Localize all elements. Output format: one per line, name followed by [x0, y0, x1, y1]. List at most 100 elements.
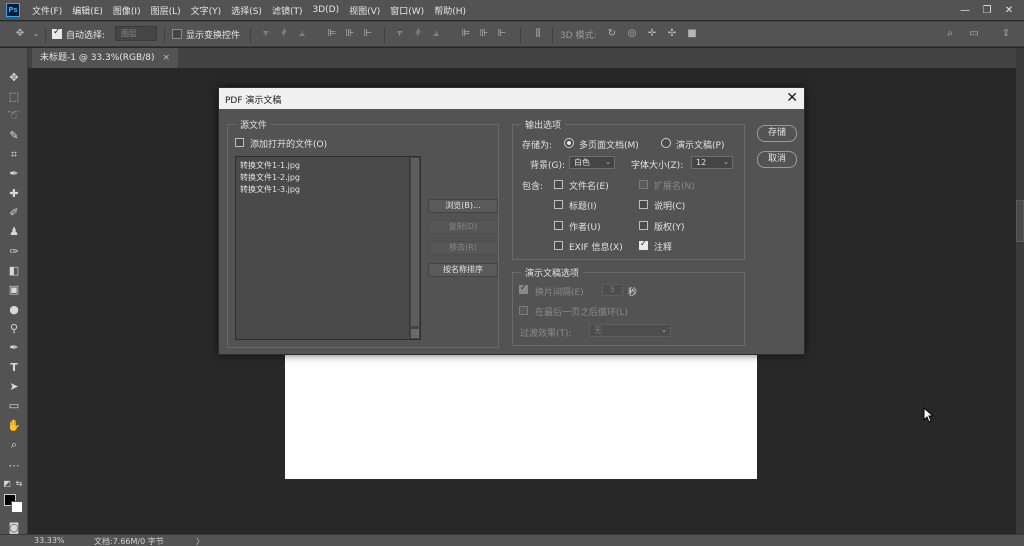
gradient-tool-icon[interactable]: ▣: [6, 282, 22, 298]
swap-colors-icon[interactable]: ⇆: [14, 476, 24, 492]
advance-seconds-input[interactable]: 5: [602, 284, 623, 296]
lasso-tool-icon[interactable]: ➰: [6, 108, 22, 124]
source-file-list[interactable]: 转换文件1-1.jpg 转换文件1-2.jpg 转换文件1-3.jpg: [235, 156, 421, 340]
presentation-radio[interactable]: [661, 138, 671, 148]
browse-button[interactable]: 浏览(B)...: [428, 199, 498, 213]
move-tool-icon[interactable]: ✥: [14, 28, 26, 40]
distribute-top-icon[interactable]: ⫧: [394, 28, 406, 40]
align-bottom-icon[interactable]: ⫨: [296, 28, 308, 40]
marquee-tool-icon[interactable]: ⬚: [6, 89, 22, 105]
menu-layer[interactable]: 图层(L): [151, 4, 181, 17]
document-canvas[interactable]: [285, 341, 757, 479]
auto-select-target-select[interactable]: 图层: [115, 26, 157, 41]
shape-tool-icon[interactable]: ▭: [6, 398, 22, 414]
list-item[interactable]: 转换文件1-2.jpg: [240, 172, 300, 183]
distribute-right-icon[interactable]: ⊩: [496, 28, 508, 40]
loop-checkbox[interactable]: [519, 306, 528, 315]
distribute-hcenter-icon[interactable]: ⊪: [478, 28, 490, 40]
transition-select[interactable]: 无 ⌄: [589, 324, 671, 337]
copyright-checkbox[interactable]: [639, 221, 648, 230]
move-tool-icon[interactable]: ✥: [6, 70, 22, 86]
list-item[interactable]: 转换文件1-1.jpg: [240, 160, 300, 171]
distribute-vcenter-icon[interactable]: ⫩: [412, 28, 424, 40]
align-vcenter-icon[interactable]: ⫩: [278, 28, 290, 40]
search-icon[interactable]: ⌕: [944, 28, 956, 40]
3d-pan-icon[interactable]: ✛: [646, 28, 658, 40]
pen-tool-icon[interactable]: ✒: [6, 340, 22, 356]
restore-button[interactable]: ❐: [976, 5, 998, 16]
dialog-close-button[interactable]: ✕: [786, 90, 798, 106]
type-tool-icon[interactable]: T: [6, 360, 22, 376]
menu-window[interactable]: 窗口(W): [390, 4, 424, 17]
tool-preset-dropdown-icon[interactable]: ⌄: [30, 28, 42, 40]
multipage-radio[interactable]: [564, 138, 574, 148]
menu-image[interactable]: 图像(I): [113, 4, 141, 17]
zoom-tool-icon[interactable]: ⌕: [6, 437, 22, 453]
show-transform-checkbox[interactable]: [172, 29, 182, 40]
extension-checkbox[interactable]: [639, 180, 648, 189]
filename-checkbox[interactable]: [554, 180, 563, 189]
document-tab[interactable]: 未标题-1 @ 33.3%(RGB/8) ×: [32, 48, 179, 68]
close-window-button[interactable]: ✕: [998, 5, 1020, 16]
dodge-tool-icon[interactable]: ⚲: [6, 321, 22, 337]
menu-help[interactable]: 帮助(H): [434, 4, 466, 17]
menu-filter[interactable]: 滤镜(T): [272, 4, 303, 17]
align-top-icon[interactable]: ⫧: [260, 28, 272, 40]
auto-select-checkbox[interactable]: [52, 27, 62, 40]
minimize-button[interactable]: —: [954, 5, 976, 16]
remove-button[interactable]: 移去(R): [428, 241, 498, 255]
menu-file[interactable]: 文件(F): [32, 4, 62, 17]
file-list-scrollbar[interactable]: [409, 157, 420, 339]
3d-slide-icon[interactable]: ✣: [666, 28, 678, 40]
distribute-left-icon[interactable]: ⊫: [460, 28, 472, 40]
eyedropper-tool-icon[interactable]: ✒: [6, 166, 22, 182]
font-size-select[interactable]: 12 ⌄: [691, 156, 733, 169]
author-checkbox[interactable]: [554, 221, 563, 230]
close-tab-icon[interactable]: ×: [162, 53, 170, 63]
workspace-icon[interactable]: ▭: [968, 28, 980, 40]
align-right-icon[interactable]: ⊩: [362, 28, 374, 40]
share-icon[interactable]: ⇪: [1000, 28, 1012, 40]
align-left-icon[interactable]: ⊫: [326, 28, 338, 40]
eraser-tool-icon[interactable]: ◧: [6, 263, 22, 279]
auto-align-icon[interactable]: ⫼: [532, 28, 544, 40]
blur-tool-icon[interactable]: ●: [6, 302, 22, 318]
zoom-level[interactable]: 33.33%: [34, 536, 65, 545]
scroll-down-icon[interactable]: [411, 329, 419, 338]
exif-checkbox[interactable]: [554, 241, 563, 250]
default-colors-icon[interactable]: ◩: [2, 476, 12, 492]
crop-tool-icon[interactable]: ⌗: [6, 147, 22, 163]
distribute-bottom-icon[interactable]: ⫨: [430, 28, 442, 40]
clone-stamp-tool-icon[interactable]: ♟: [6, 224, 22, 240]
history-brush-tool-icon[interactable]: ✑: [6, 244, 22, 260]
hand-tool-icon[interactable]: ✋: [6, 418, 22, 434]
panel-dock-handle[interactable]: [1016, 200, 1024, 242]
healing-brush-tool-icon[interactable]: ✚: [6, 186, 22, 202]
cancel-button[interactable]: 取消: [757, 151, 797, 168]
description-checkbox[interactable]: [639, 200, 648, 209]
menu-edit[interactable]: 编辑(E): [72, 4, 103, 17]
background-color-swatch[interactable]: [11, 501, 23, 513]
3d-roll-icon[interactable]: ◎: [626, 28, 638, 40]
brush-tool-icon[interactable]: ✐: [6, 205, 22, 221]
align-hcenter-icon[interactable]: ⊪: [344, 28, 356, 40]
path-selection-tool-icon[interactable]: ➤: [6, 379, 22, 395]
title-checkbox[interactable]: [554, 200, 563, 209]
edit-toolbar-icon[interactable]: ⋯: [6, 458, 22, 474]
menu-select[interactable]: 选择(S): [231, 4, 262, 17]
list-item[interactable]: 转换文件1-3.jpg: [240, 184, 300, 195]
advance-checkbox[interactable]: [519, 283, 528, 294]
status-menu-arrow-icon[interactable]: 〉: [196, 536, 204, 546]
duplicate-button[interactable]: 复制(D): [428, 220, 498, 234]
notes-checkbox[interactable]: [639, 239, 648, 250]
quick-select-tool-icon[interactable]: ✎: [6, 128, 22, 144]
add-open-files-checkbox[interactable]: [235, 138, 244, 147]
3d-orbit-icon[interactable]: ↻: [606, 28, 618, 40]
sort-by-name-button[interactable]: 按名称排序: [428, 263, 498, 277]
scrollbar-thumb[interactable]: [411, 158, 419, 326]
3d-scale-icon[interactable]: ■: [686, 28, 698, 40]
menu-view[interactable]: 视图(V): [349, 4, 380, 17]
save-button[interactable]: 存储: [757, 125, 797, 142]
background-select[interactable]: 白色 ⌄: [569, 156, 615, 169]
menu-type[interactable]: 文字(Y): [191, 4, 222, 17]
